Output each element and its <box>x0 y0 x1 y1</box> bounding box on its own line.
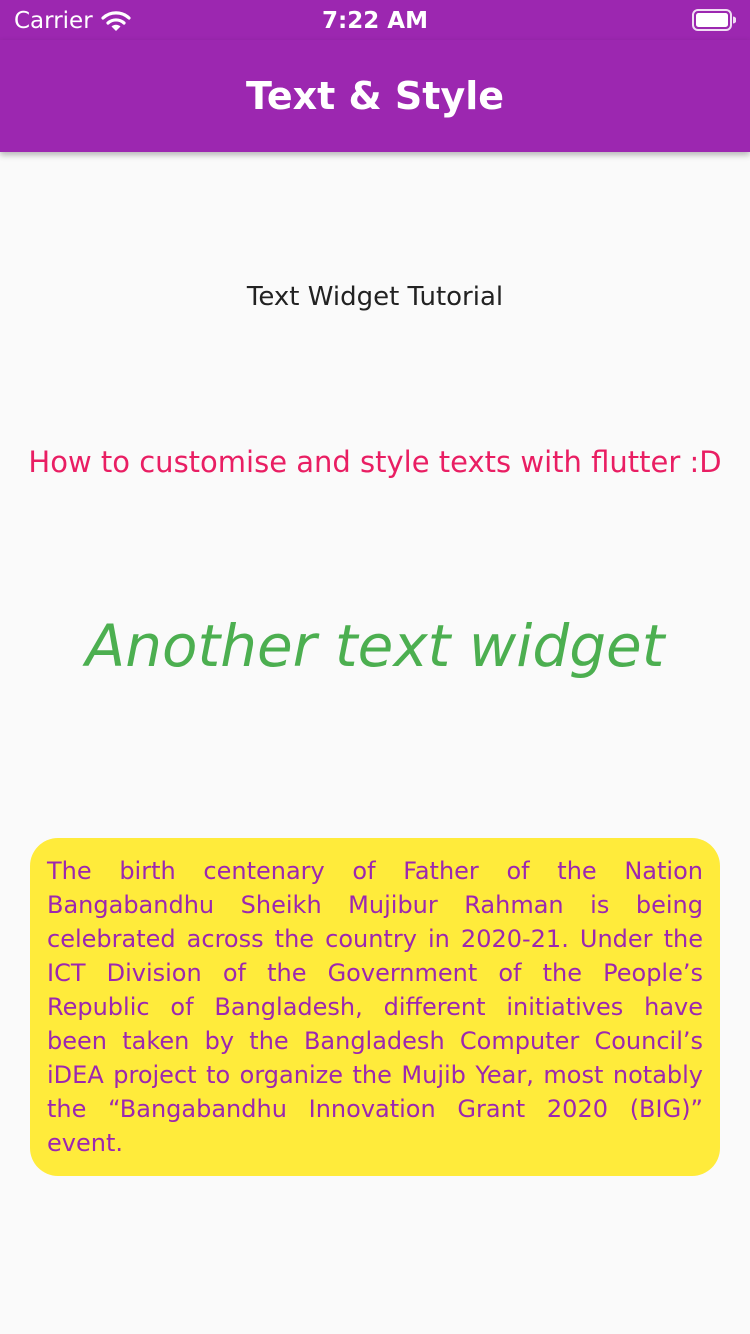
status-time: 7:22 AM <box>322 8 428 34</box>
subtitle-text: How to customise and style texts with fl… <box>28 445 722 479</box>
app-bar: Text & Style <box>0 40 750 152</box>
another-text-widget: Another text widget <box>85 612 665 680</box>
info-card: The birth centenary of Father of the Nat… <box>30 838 720 1176</box>
app-bar-title: Text & Style <box>245 74 505 118</box>
status-bar: Carrier 7:22 AM <box>0 0 750 40</box>
tutorial-title: Text Widget Tutorial <box>246 282 504 312</box>
info-card-text: The birth centenary of Father of the Nat… <box>47 857 703 1157</box>
battery-icon <box>692 9 736 31</box>
